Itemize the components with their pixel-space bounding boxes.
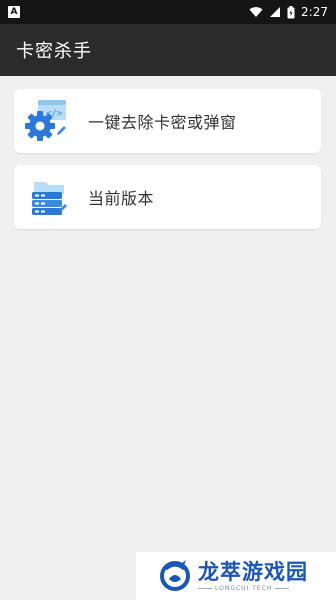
notification-icon: A [8, 6, 20, 18]
divider [198, 588, 212, 589]
watermark-name: 龙萃游戏园 [198, 560, 308, 584]
battery-icon [287, 5, 295, 18]
watermark-subtitle-row: LONGCUI TECH [198, 585, 308, 592]
remove-card-key-popup-item[interactable]: </> 一键去除卡密或弹窗 [14, 89, 321, 153]
current-version-item[interactable]: 当前版本 [14, 165, 321, 229]
watermark-subtitle: LONGCUI TECH [215, 585, 273, 592]
app-bar: 卡密杀手 [0, 24, 336, 76]
wifi-icon [249, 7, 263, 17]
menu-item-label: 当前版本 [88, 189, 155, 208]
signal-icon [270, 7, 281, 17]
divider [275, 588, 290, 589]
app-title: 卡密杀手 [16, 41, 92, 62]
status-time: 2:27 [301, 5, 328, 19]
server-stack-icon [24, 174, 70, 220]
menu-item-label: 一键去除卡密或弹窗 [88, 113, 237, 132]
dragon-logo-icon [160, 560, 190, 591]
gear-code-icon: </> [24, 98, 70, 144]
watermark: 龙萃游戏园 LONGCUI TECH [136, 552, 336, 600]
status-bar: A 2:27 [0, 0, 336, 24]
